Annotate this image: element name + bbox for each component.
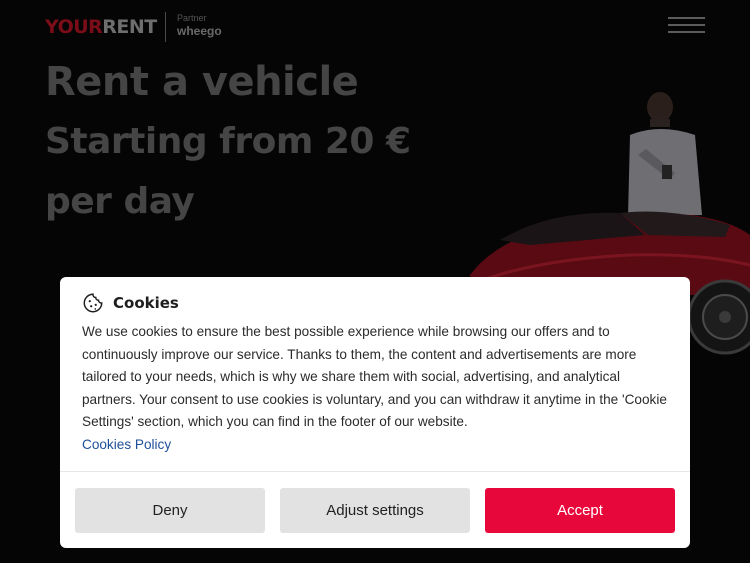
dialog-divider (60, 471, 690, 472)
cookie-consent-dialog: Cookies We use cookies to ensure the bes… (60, 277, 690, 548)
dialog-header: Cookies (82, 291, 179, 315)
deny-button[interactable]: Deny (75, 488, 265, 533)
adjust-settings-button[interactable]: Adjust settings (280, 488, 470, 533)
cookie-icon (83, 293, 103, 313)
accept-button[interactable]: Accept (485, 488, 675, 533)
cookies-policy-link[interactable]: Cookies Policy (82, 434, 171, 456)
dialog-body-text: We use cookies to ensure the best possib… (82, 324, 667, 429)
cookie-overlay: Cookies We use cookies to ensure the bes… (0, 0, 750, 563)
dialog-title: Cookies (113, 294, 179, 312)
